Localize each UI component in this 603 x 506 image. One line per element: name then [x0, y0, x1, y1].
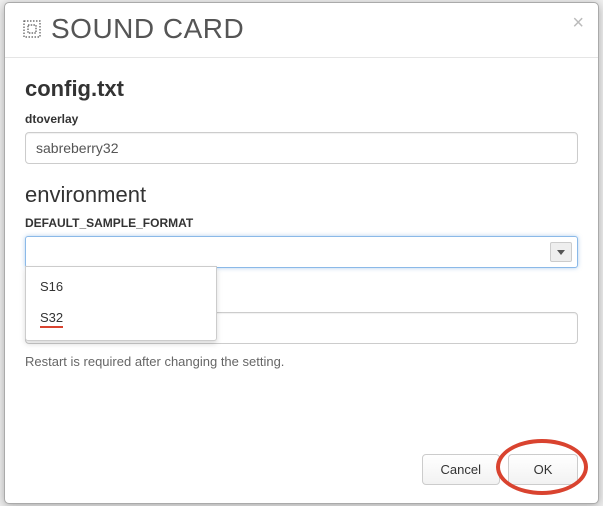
modal-body: config.txt dtoverlay environment DEFAULT…	[5, 58, 598, 442]
sample-format-dropdown: S16 S32	[25, 266, 217, 341]
cancel-button[interactable]: Cancel	[422, 454, 500, 485]
default-sample-format-label: DEFAULT_SAMPLE_FORMAT	[25, 216, 578, 230]
chevron-down-icon[interactable]	[550, 242, 572, 262]
dropdown-option-s16[interactable]: S16	[26, 271, 216, 302]
modal-header: SOUND CARD ×	[5, 3, 598, 58]
ok-button[interactable]: OK	[508, 454, 578, 485]
sound-card-modal: SOUND CARD × config.txt dtoverlay enviro…	[4, 2, 599, 504]
modal-title: SOUND CARD	[51, 13, 244, 45]
dtoverlay-input[interactable]	[25, 132, 578, 164]
sound-card-icon	[23, 20, 41, 38]
environment-section-title: environment	[25, 182, 578, 208]
restart-hint: Restart is required after changing the s…	[25, 354, 578, 369]
modal-footer: Cancel OK	[5, 442, 598, 503]
close-button[interactable]: ×	[572, 13, 584, 33]
default-sample-format-select[interactable]	[25, 236, 578, 268]
config-section-title: config.txt	[25, 76, 578, 102]
dropdown-option-s32[interactable]: S32	[26, 302, 216, 336]
dtoverlay-label: dtoverlay	[25, 112, 578, 126]
